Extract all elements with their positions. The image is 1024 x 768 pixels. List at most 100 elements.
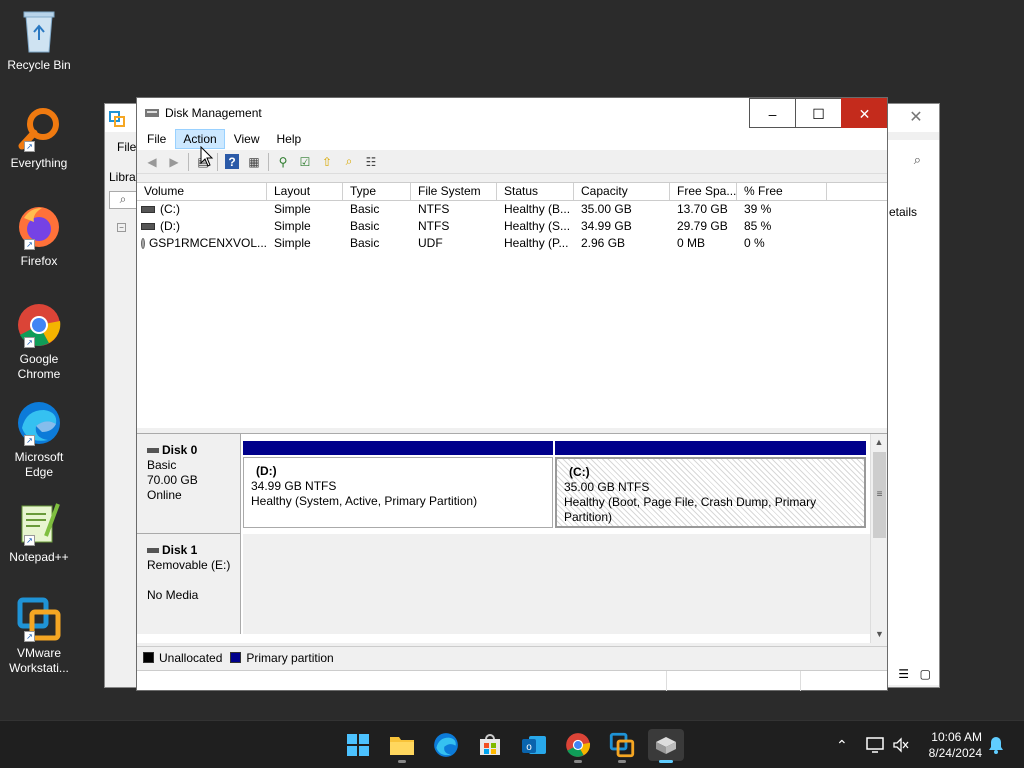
free-space-cell: 0 MB [677,236,706,250]
edge-icon: ↗ [16,400,62,446]
column-header-status[interactable]: Status [497,183,574,200]
column-header-type[interactable]: Type [343,183,411,200]
percent-free-cell: 85 % [744,219,772,233]
column-header-percent-free[interactable]: % Free [737,183,827,200]
disk-management-icon [656,737,676,754]
scroll-up-icon[interactable]: ▲ [871,434,887,451]
vertical-scrollbar[interactable]: ▲ ≡ ▼ [870,434,887,643]
menubar: File Action View Help [137,128,887,150]
menu-file[interactable]: File [139,129,174,149]
background-search-icon[interactable]: ⌕ [109,191,137,209]
titlebar[interactable]: Disk Management – ☐ ✕ [137,98,887,128]
table-row[interactable]: (D:) Simple Basic NTFS Healthy (S... 34.… [137,218,887,235]
disk-label-1[interactable]: Disk 1 Removable (E:) No Media [137,534,241,634]
desktop-icon-firefox[interactable]: ↗ Firefox [4,204,74,269]
partition-size: 35.00 GB NTFS [564,480,650,494]
taskbar-edge[interactable] [428,729,464,761]
desktop-icon-label: Notepad++ [9,550,69,564]
desktop-icon-google-chrome[interactable]: ↗ Google Chrome [4,302,74,382]
file-system-cell: NTFS [418,219,450,233]
edge-icon [434,733,458,757]
taskbar-disk-management[interactable] [648,729,684,763]
desktop-icon-recycle-bin[interactable]: Recycle Bin [4,8,74,73]
start-button[interactable] [340,729,376,761]
desktop-icon-everything[interactable]: ↗ Everything [4,106,74,171]
network-icon[interactable] [866,721,886,768]
column-header-layout[interactable]: Layout [267,183,343,200]
help-icon[interactable]: ? [225,154,239,169]
disk-name: Disk 1 [147,543,240,558]
free-space-cell: 29.79 GB [677,219,728,233]
toolbar: ◀ ▶ ▤ ? ▦ ⚲ ☑ ⇧ ⌕ ☷ [137,150,887,174]
check-icon[interactable]: ☑ [294,152,316,172]
disk-state: No Media [147,588,199,602]
list-view-icon[interactable]: ☰ [898,667,909,681]
menu-help[interactable]: Help [269,129,310,149]
system-clock[interactable]: 10:06 AM 8/24/2024 [929,729,982,761]
column-header-file-system[interactable]: File System [411,183,497,200]
import-icon[interactable]: ⇧ [316,152,338,172]
primary-partition-bar [243,441,553,455]
console-view-icon[interactable]: ▦ [243,152,265,172]
taskbar-vmware[interactable] [604,729,640,763]
running-indicator [574,760,582,763]
minimize-button[interactable]: – [749,98,795,128]
status-section [137,671,667,691]
column-header-volume[interactable]: Volume [137,183,267,200]
chevron-up-icon: ⌃ [836,736,848,753]
partition-c[interactable]: (C:) 35.00 GB NTFS Healthy (Boot, Page F… [555,441,866,528]
search-folder-icon[interactable]: ⌕ [338,152,360,172]
file-system-cell: UDF [418,236,443,250]
show-hidden-icons-button[interactable]: ⌃ [836,721,848,768]
table-row[interactable]: (C:) Simple Basic NTFS Healthy (B... 35.… [137,201,887,218]
volume-cell: (D:) [137,218,267,235]
vmware-icon: ↗ [16,596,62,642]
desktop-icon-notepad-plus-plus[interactable]: ↗ Notepad++ [4,500,74,565]
taskbar-outlook[interactable]: o [516,729,552,761]
back-arrow-icon[interactable]: ◀ [141,152,163,172]
scroll-thumb[interactable]: ≡ [873,452,886,538]
collapse-icon[interactable]: − [117,223,126,232]
shortcut-arrow-icon: ↗ [24,239,35,250]
partition-d[interactable]: (D:) 34.99 GB NTFS Healthy (System, Acti… [243,441,553,528]
search-icon[interactable]: ⌕ [914,152,921,168]
forward-arrow-icon[interactable]: ▶ [163,152,185,172]
taskbar-chrome[interactable] [560,729,596,763]
store-icon [480,734,500,755]
scroll-down-icon[interactable]: ▼ [871,626,888,643]
connect-icon[interactable]: ⚲ [272,152,294,172]
volume-muted-icon[interactable] [892,721,910,768]
disk-management-icon [145,109,159,117]
column-header-capacity[interactable]: Capacity [574,183,670,200]
volume-name: (C:) [160,202,180,216]
toolbar-separator [188,152,189,171]
layout-cell: Simple [274,219,311,233]
maximize-button[interactable]: ☐ [795,98,841,128]
column-header-free-space[interactable]: Free Spa... [670,183,737,200]
disk-icon [147,548,159,553]
legend: Unallocated Primary partition [137,646,887,668]
taskbar-store[interactable] [472,729,508,761]
table-row[interactable]: GSP1RMCENXVOL... Simple Basic UDF Health… [137,235,887,252]
outlook-icon: o [522,736,546,754]
menu-view[interactable]: View [226,129,268,149]
desktop-icon-microsoft-edge[interactable]: ↗ Microsoft Edge [4,400,74,480]
disk-label-0[interactable]: Disk 0 Basic 70.00 GB Online [137,434,241,534]
volume-cell: GSP1RMCENXVOL... [137,235,267,252]
partition-size: 34.99 GB NTFS [251,479,337,493]
mouse-cursor-icon [200,146,214,167]
settings-list-icon[interactable]: ☷ [360,152,382,172]
legend-unallocated: Unallocated [159,650,223,665]
background-app-icon [109,111,125,130]
background-menu-file[interactable]: File [117,140,136,154]
partition-name: (C:) [569,465,590,479]
notification-bell-icon[interactable] [988,721,1004,768]
background-close-icon[interactable]: ✕ [893,104,939,132]
desktop-icon-vmware-workstation[interactable]: ↗ VMware Workstati... [4,596,74,676]
taskbar-file-explorer[interactable] [384,729,420,763]
partition-name: (D:) [256,464,277,478]
close-button[interactable]: ✕ [841,98,887,128]
disk-management-window[interactable]: Disk Management – ☐ ✕ File Action View H… [136,97,888,691]
tile-view-icon[interactable]: ▢ [920,667,931,681]
disk-name-text: Disk 0 [162,443,198,457]
